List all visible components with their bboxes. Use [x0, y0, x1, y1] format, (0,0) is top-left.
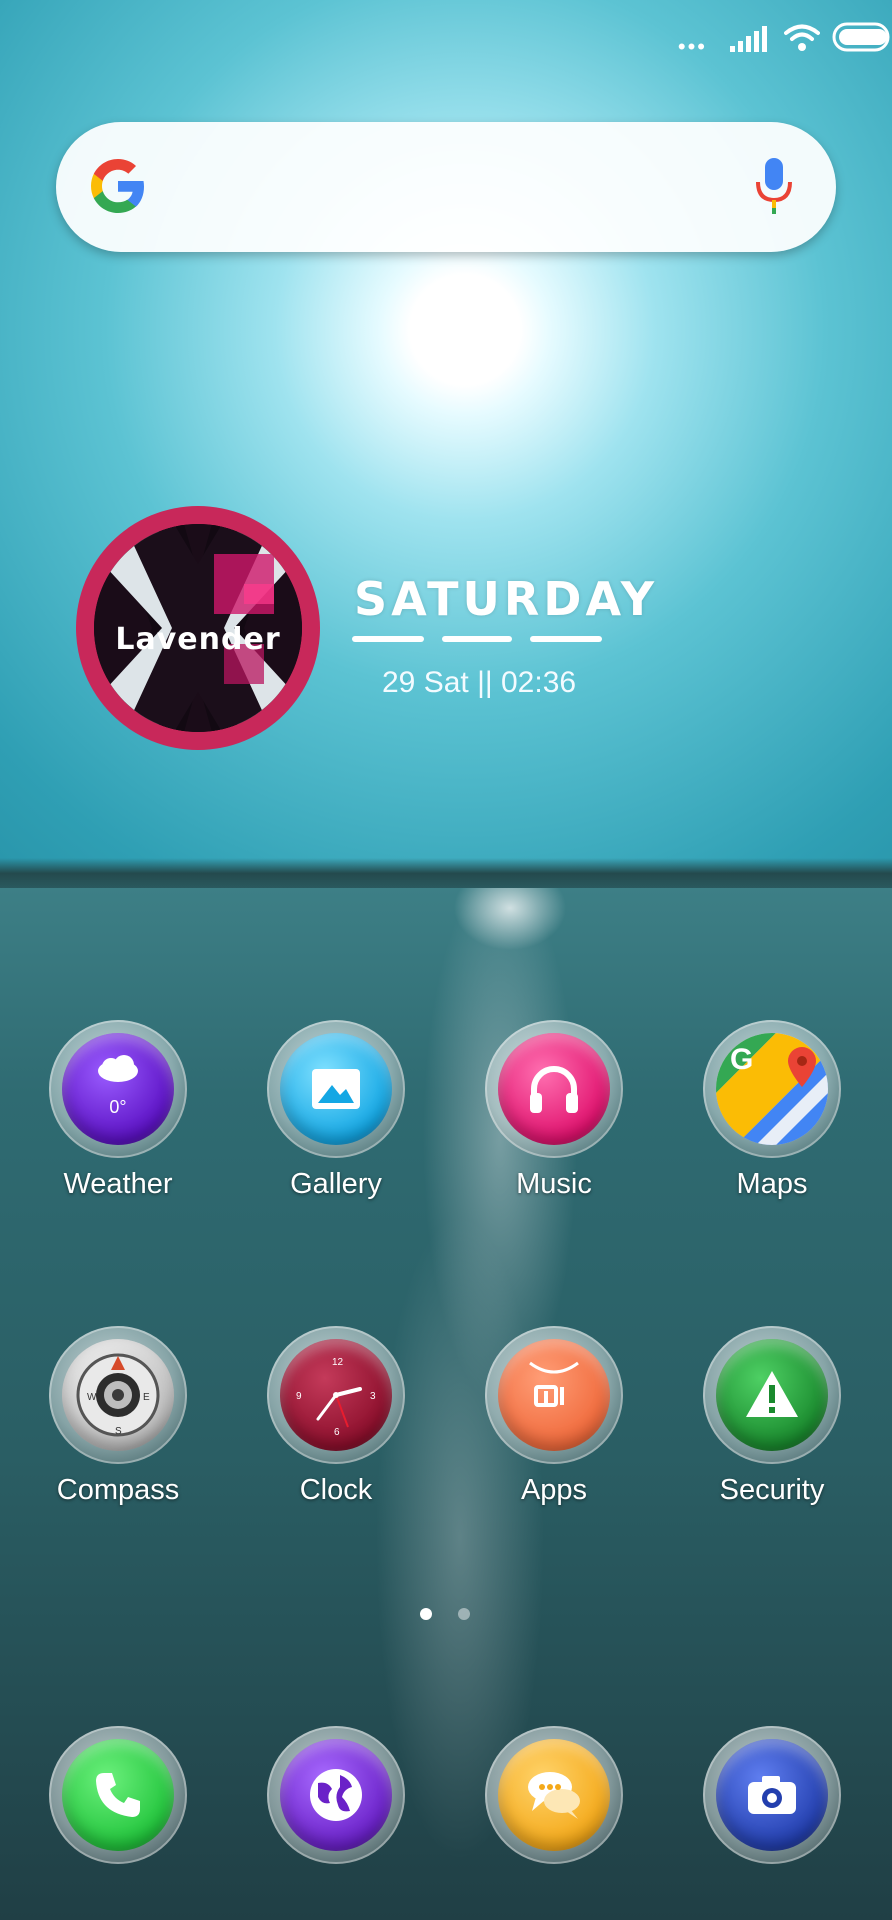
- cloud-icon: 0°: [98, 1055, 138, 1117]
- svg-text:12: 12: [332, 1357, 344, 1368]
- icon-ring: [49, 1726, 187, 1864]
- svg-text:9: 9: [296, 1391, 302, 1402]
- gallery-icon: [280, 1033, 392, 1145]
- album-art: Lavender: [94, 524, 302, 732]
- mi-apps-icon: [498, 1339, 610, 1451]
- camera-body-icon: [748, 1776, 796, 1814]
- app-label: Weather: [63, 1168, 173, 1200]
- chat-bubbles-icon: [528, 1772, 580, 1819]
- icon-ring: [267, 1020, 405, 1158]
- handset-icon: [96, 1773, 140, 1817]
- icon-ring: [485, 1326, 623, 1464]
- date-time-text[interactable]: 29 Sat || 02:36: [382, 666, 602, 700]
- music-icon: [498, 1033, 610, 1145]
- app-clock[interactable]: 12 3 6 9 Clock: [256, 1326, 416, 1507]
- dock-camera[interactable]: [692, 1726, 852, 1864]
- page-dot-active[interactable]: [420, 1608, 432, 1620]
- wallpaper-horizon: [0, 858, 892, 892]
- svg-text:G: G: [730, 1043, 753, 1076]
- app-maps[interactable]: G Maps: [692, 1020, 852, 1201]
- app-label: Maps: [736, 1168, 808, 1200]
- icon-ring: [703, 1326, 841, 1464]
- messages-icon: [498, 1739, 610, 1851]
- page-indicator[interactable]: [0, 1608, 892, 1628]
- app-gallery[interactable]: Gallery: [256, 1020, 416, 1201]
- camera-icon: [716, 1739, 828, 1851]
- music-widget-album[interactable]: Lavender: [76, 506, 320, 750]
- phone-icon: [62, 1739, 174, 1851]
- mi-logo-icon: [529, 1361, 579, 1407]
- icon-ring: [703, 1726, 841, 1864]
- day-underline: [352, 636, 602, 644]
- page-dot[interactable]: [458, 1608, 470, 1620]
- icon-ring: 0°: [49, 1020, 187, 1158]
- globe-icon: [310, 1769, 362, 1821]
- app-label: Security: [719, 1474, 825, 1506]
- security-icon: [716, 1339, 828, 1451]
- weather-icon: 0°: [62, 1033, 174, 1145]
- google-search-bar[interactable]: [56, 122, 836, 252]
- day-of-week: SATURDAY: [354, 572, 659, 626]
- app-label: Apps: [520, 1474, 588, 1506]
- map-pin-icon: G: [716, 1033, 828, 1145]
- svg-text:3: 3: [370, 1391, 376, 1402]
- icon-ring: 12 3 6 9: [267, 1326, 405, 1464]
- svg-text:S: S: [115, 1426, 122, 1437]
- clock-face-icon: 12 3 6 9: [296, 1357, 376, 1438]
- compass-icon: W E S: [62, 1339, 174, 1451]
- svg-text:W: W: [87, 1392, 97, 1403]
- dock-messages[interactable]: [474, 1726, 634, 1864]
- app-label: Clock: [299, 1474, 373, 1506]
- app-compass[interactable]: W E S Compass: [38, 1326, 198, 1507]
- icon-ring: W E S: [49, 1326, 187, 1464]
- app-music[interactable]: Music: [474, 1020, 634, 1201]
- app-label: Compass: [56, 1474, 180, 1506]
- warning-triangle-icon: [746, 1371, 798, 1417]
- image-icon: [312, 1069, 360, 1109]
- app-weather[interactable]: 0° Weather: [38, 1020, 198, 1201]
- browser-icon: [280, 1739, 392, 1851]
- signal-icon: [730, 26, 767, 52]
- maps-icon: G: [716, 1033, 828, 1145]
- app-label: Gallery: [290, 1168, 382, 1200]
- svg-text:6: 6: [334, 1427, 340, 1438]
- weather-temperature: 0°: [109, 1097, 126, 1117]
- compass-dial-icon: W E S: [76, 1353, 160, 1437]
- album-title: Lavender: [115, 622, 281, 657]
- svg-text:E: E: [143, 1392, 150, 1403]
- dock-browser[interactable]: [256, 1726, 416, 1864]
- headphones-icon: [530, 1066, 578, 1113]
- mic-icon[interactable]: [752, 156, 796, 216]
- wifi-icon: [784, 24, 820, 51]
- notification-dots: •••: [677, 34, 707, 59]
- dock-phone[interactable]: [38, 1726, 198, 1864]
- app-apps[interactable]: Apps: [474, 1326, 634, 1507]
- icon-ring: [485, 1020, 623, 1158]
- status-bar: •••: [0, 22, 892, 62]
- google-g-icon: [91, 159, 144, 213]
- battery-icon: [832, 22, 890, 52]
- app-security[interactable]: Security: [692, 1326, 852, 1507]
- clock-icon: 12 3 6 9: [280, 1339, 392, 1451]
- icon-ring: G: [703, 1020, 841, 1158]
- icon-ring: [485, 1726, 623, 1864]
- icon-ring: [267, 1726, 405, 1864]
- app-label: Music: [516, 1168, 592, 1200]
